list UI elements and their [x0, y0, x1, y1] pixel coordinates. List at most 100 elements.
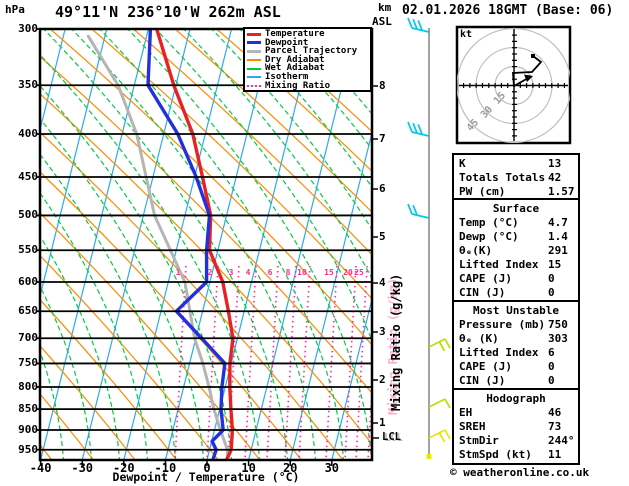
pressure-label: 550 — [18, 243, 38, 257]
wind-barb — [407, 203, 430, 219]
wet-adiabat-swatch-icon — [247, 67, 261, 70]
pressure-label: 700 — [18, 331, 38, 345]
mixing-ratio-swatch-icon — [247, 84, 261, 87]
wind-barb — [407, 121, 430, 137]
pressure-label: 750 — [18, 356, 38, 370]
table-row: Lifted Index 15 — [459, 258, 578, 272]
table-row: CAPE (J) 0 — [459, 360, 578, 374]
hodograph-unit-label: kt — [460, 29, 473, 40]
mixing-ratio-label: 4 — [245, 268, 251, 277]
table-row-value: 291 — [548, 244, 568, 257]
legend-item: Mixing Ratio — [247, 80, 370, 91]
pressure-label: 800 — [18, 380, 38, 393]
wind-barb — [428, 429, 451, 443]
legend: Temperature Dewpoint Parcel Trajectory Dry … — [243, 27, 372, 92]
wind-barb — [428, 398, 451, 409]
table-row-value: 46 — [548, 406, 562, 419]
table-row-value: 73 — [548, 420, 562, 433]
table-row-value: 750 — [548, 318, 568, 331]
parcel-trajectory-swatch-icon — [247, 49, 261, 53]
wind-barbs — [407, 17, 451, 459]
table-row: θₑ(K) 291 — [459, 244, 578, 258]
pressure-label: 650 — [18, 304, 38, 318]
pressure-label: 950 — [18, 442, 38, 456]
table-row: StmSpd (kt) 11 — [459, 448, 578, 462]
x-axis-title: Dewpoint / Temperature (°C) — [112, 470, 300, 484]
table-row: CIN (J) 0 — [459, 286, 578, 300]
table-row: K 13 — [459, 157, 578, 171]
km-tick-label: 4 — [379, 276, 386, 289]
pressure-label: 850 — [18, 402, 38, 416]
mixing-ratio-axis-label: Mixing Ratio (g/kg) — [389, 273, 403, 411]
table-section-header: Hodograph — [486, 392, 546, 405]
pressure-label: 400 — [18, 127, 38, 140]
indices-table: Surface Temp (°C) 4.7 Dewp (°C) 1.4 θₑ(K) 291 L… — [452, 198, 580, 302]
table-row-label: CAPE (J) — [459, 272, 512, 285]
dewpoint-swatch-icon — [247, 41, 261, 45]
lcl-marker-label: LCL — [382, 431, 401, 443]
km-tick-label: 2 — [379, 373, 386, 386]
mixing-ratio-label: 20 — [343, 268, 353, 277]
table-row-value: 0 — [548, 374, 555, 387]
table-row-value: 42 — [548, 171, 562, 184]
pressure-label: 900 — [18, 422, 38, 436]
table-row: Dewp (°C) 1.4 — [459, 230, 578, 244]
legend-item-label: Mixing Ratio — [265, 80, 331, 91]
table-row-value: 0 — [548, 272, 555, 285]
table-row-value: 11 — [548, 448, 562, 461]
indices-table: Hodograph EH 46 SREH 73 StmDir 244° StmSpd (kt)… — [452, 388, 580, 465]
table-row-value: 0 — [548, 286, 555, 299]
table-row: EH 46 — [459, 406, 578, 420]
table-row: Lifted Index 6 — [459, 346, 578, 360]
km-tick-label: 8 — [379, 79, 386, 92]
pressure-label: 300 — [18, 22, 38, 35]
table-row-value: 244° — [548, 434, 575, 447]
table-row: Totals Totals 42 — [459, 171, 578, 185]
table-section-header: Surface — [492, 202, 540, 215]
indices-table: K 13 Totals Totals 42 PW (cm) 1.57 — [452, 153, 580, 200]
mixing-ratio-label: 15 — [324, 268, 334, 277]
table-row-value: 15 — [548, 258, 562, 271]
dry-adiabat-swatch-icon — [247, 59, 261, 62]
table-row-label: CIN (J) — [459, 286, 506, 299]
table-row-label: CIN (J) — [459, 374, 506, 387]
table-row: CAPE (J) 0 — [459, 272, 578, 286]
temperature-swatch-icon — [247, 32, 261, 36]
table-row-value: 13 — [548, 157, 562, 170]
altitude-unit-label: km — [378, 1, 392, 14]
run-datetime: 02.01.2026 18GMT (Base: 06) — [402, 3, 614, 18]
mixing-ratio-label: 8 — [285, 268, 291, 277]
table-row: CIN (J) 0 — [459, 374, 578, 388]
table-row-value: 0 — [548, 360, 555, 373]
table-row-value: 303 — [548, 332, 568, 345]
table-row: SREH 73 — [459, 420, 578, 434]
pressure-label: 350 — [18, 78, 38, 92]
table-row-label: CAPE (J) — [459, 360, 512, 373]
mixing-ratio-label: 10 — [297, 268, 307, 277]
table-row: Pressure (mb) 750 — [459, 318, 578, 332]
km-tick-label: 1 — [379, 416, 386, 429]
wind-barb — [428, 338, 451, 352]
table-row-value: 1.4 — [548, 230, 568, 243]
table-row: PW (cm) 1.57 — [459, 185, 578, 199]
pressure-label: 500 — [18, 208, 38, 222]
mixing-ratio-label: 1 — [175, 268, 181, 277]
pressure-label: 600 — [18, 274, 38, 288]
table-row: Temp (°C) 4.7 — [459, 216, 578, 230]
altitude-datum-label: ASL — [372, 15, 392, 28]
skewt-sounding-page: hPa 49°11'N 236°10'W 262m ASL km ASL 02.… — [0, 0, 629, 486]
wind-barb — [407, 17, 430, 33]
table-row-value: 1.57 — [548, 185, 575, 198]
indices-table: Most Unstable Pressure (mb) 750 θₑ (K) 303 Li… — [452, 300, 580, 390]
table-row-value: 4.7 — [548, 216, 568, 229]
table-section-header: Most Unstable — [472, 304, 560, 317]
table-row: θₑ (K) 303 — [459, 332, 578, 346]
mixing-ratio-label: 25 — [354, 268, 364, 277]
table-row-value: 6 — [548, 346, 555, 359]
mixing-ratio-label: 3 — [228, 268, 234, 277]
pressure-unit-label: hPa — [5, 3, 25, 16]
table-row: StmDir 244° — [459, 434, 578, 448]
km-tick-label: 3 — [379, 325, 386, 338]
table-row-label: Lifted Index — [459, 346, 539, 359]
station-title: 49°11'N 236°10'W 262m ASL — [55, 3, 281, 21]
